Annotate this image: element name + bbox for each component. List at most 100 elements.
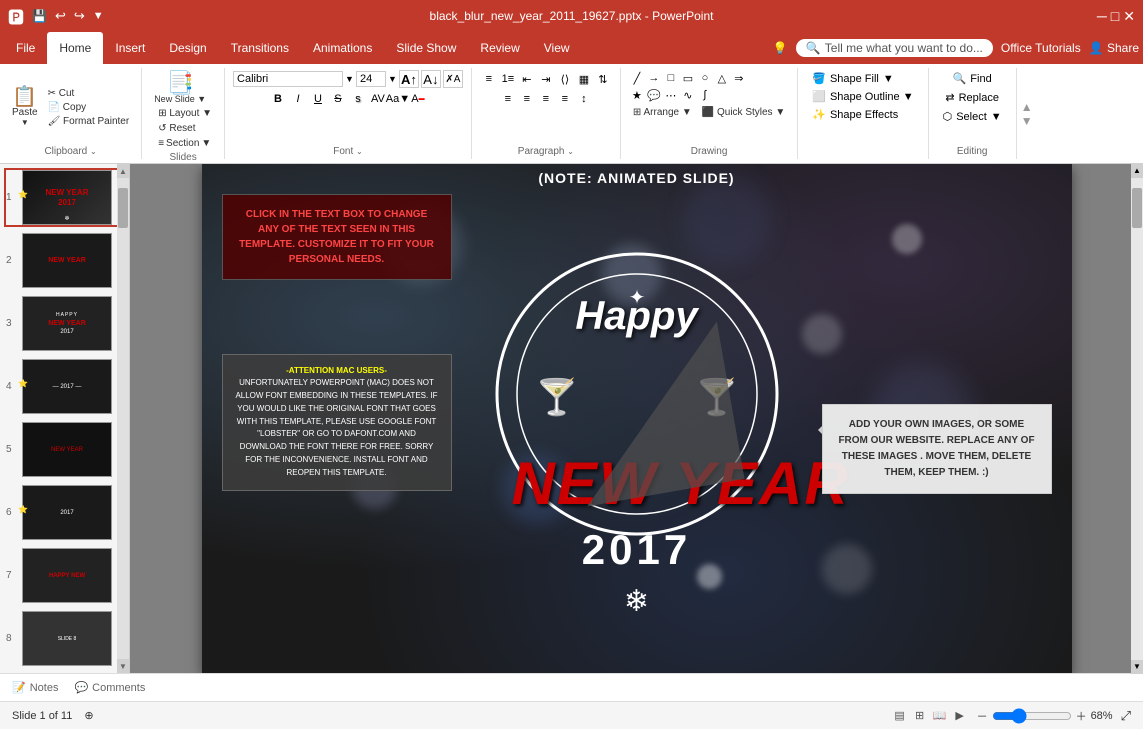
menu-insert[interactable]: Insert [103,32,157,64]
align-center-btn[interactable]: ≡ [518,90,536,108]
close-btn[interactable]: ✕ [1123,8,1135,25]
numbering-btn[interactable]: 1≡ [499,70,517,88]
notes-button[interactable]: 📝 Notes [12,681,58,694]
menu-file[interactable]: File [4,32,47,64]
strikethrough-button[interactable]: S [329,90,347,108]
comments-button[interactable]: 💬 Comments [74,681,145,694]
menu-slideshow[interactable]: Slide Show [384,32,468,64]
star-shape[interactable]: ★ [629,87,645,103]
menu-home[interactable]: Home [47,32,103,64]
smartart-btn[interactable]: ⟨⟩ [556,70,574,88]
curve-shape[interactable]: ∿ [680,87,696,103]
menu-animations[interactable]: Animations [301,32,384,64]
scroll-up-btn[interactable]: ▲ [1131,164,1143,178]
justify-btn[interactable]: ≡ [556,90,574,108]
paste-button[interactable]: 📋 Paste ▼ [8,85,42,129]
shadow-button[interactable]: s [349,90,367,108]
oval-shape[interactable]: ○ [697,70,713,86]
menu-view[interactable]: View [532,32,582,64]
slide-thumb-5[interactable]: 5 NEW YEAR [4,420,125,479]
normal-view-btn[interactable]: ▤ [891,707,909,725]
slide-thumb-9[interactable]: 9 SLIDE 9 [4,672,125,673]
slide-thumb-6[interactable]: 6 2017 ⭐ [4,483,125,542]
slide-thumb-1[interactable]: 1 NEW YEAR2017 ❄ ⭐ [4,168,125,227]
zoom-slider[interactable] [992,708,1072,724]
section-button[interactable]: ≡ Section ▼ [154,137,216,150]
clear-format-btn[interactable]: ✗A [443,70,463,88]
slide-sorter-btn[interactable]: ⊞ [911,707,929,725]
shape-fill-button[interactable]: 🪣 Shape Fill ▼ [806,70,900,87]
slide-thumb-7[interactable]: 7 HAPPY NEW [4,546,125,605]
bullets-btn[interactable]: ≡ [480,70,498,88]
more-shapes[interactable]: ⋯ [663,87,679,103]
format-painter-button[interactable]: 🖌 Format Painter [44,115,134,128]
ribbon-scroll-btn[interactable]: ▲▼ [1017,68,1037,159]
scroll-down-btn[interactable]: ▼ [1131,660,1143,674]
save-btn[interactable]: 💾 [32,9,47,23]
reading-view-btn[interactable]: 📖 [931,707,949,725]
columns-btn[interactable]: ▦ [575,70,593,88]
panel-scroll-thumb[interactable] [118,188,128,228]
align-right-btn[interactable]: ≡ [537,90,555,108]
font-size-arrow[interactable]: ▼ [388,74,397,84]
align-left-btn[interactable]: ≡ [499,90,517,108]
font-color-btn[interactable]: A▬ [409,90,427,108]
minimize-btn[interactable]: ─ [1097,8,1107,25]
redo-btn[interactable]: ↪ [74,8,85,24]
menu-review[interactable]: Review [468,32,531,64]
menu-transitions[interactable]: Transitions [219,32,301,64]
zoom-out-btn[interactable]: － [977,708,988,724]
slide-thumb-8[interactable]: 8 SLIDE 8 [4,609,125,668]
red-callout-box[interactable]: CLICK IN THE TEXT BOX TO CHANGE ANY OF T… [222,194,452,280]
fit-window-btn[interactable]: ⤢ [1121,708,1131,724]
panel-scroll-up[interactable]: ▲ [117,164,129,178]
tell-me-input[interactable]: 🔍 Tell me what you want to do... [796,39,993,57]
zoom-in-btn[interactable]: ＋ [1076,708,1087,724]
line-shape[interactable]: ╱ [629,70,645,86]
share-btn[interactable]: 👤 Share [1089,41,1139,55]
copy-button[interactable]: 📄 Copy [44,101,134,114]
accessibility-btn[interactable]: ⊕ [84,709,93,722]
mac-callout-box[interactable]: -ATTENTION MAC USERS- UNFORTUNATELY POWE… [222,354,452,491]
text-direction-btn[interactable]: ⇅ [594,70,612,88]
slide-canvas[interactable]: (NOTE: ANIMATED SLIDE) CLICK IN THE TEXT… [202,164,1072,673]
decrease-font-btn[interactable]: A↓ [421,70,441,88]
freeform-shape[interactable]: ∫ [697,87,713,103]
slide-thumb-4[interactable]: 4 — 2017 — ⭐ [4,357,125,416]
callout-shape[interactable]: 💬 [646,87,662,103]
increase-indent-btn[interactable]: ⇥ [537,70,555,88]
new-slide-button[interactable]: 📑 New Slide ▼ [150,70,210,106]
rect-shape[interactable]: □ [663,70,679,86]
arrow-shape[interactable]: → [646,70,662,86]
customize-btn[interactable]: ▼ [93,10,104,22]
underline-button[interactable]: U [309,90,327,108]
rounded-rect-shape[interactable]: ▭ [680,70,696,86]
shape-effects-button[interactable]: ✨ Shape Effects [806,106,904,123]
change-case-btn[interactable]: Aa▼ [389,90,407,108]
cut-button[interactable]: ✂ Cut [44,87,134,100]
restore-btn[interactable]: □ [1111,8,1119,25]
find-button[interactable]: 🔍 Find [947,70,998,87]
line-spacing-btn[interactable]: ↕ [575,90,593,108]
increase-font-btn[interactable]: A↑ [399,70,419,88]
menu-design[interactable]: Design [157,32,218,64]
undo-btn[interactable]: ↩ [55,8,66,24]
bold-button[interactable]: B [269,90,287,108]
replace-button[interactable]: ⇄ Replace [939,89,1005,106]
arrange-btn[interactable]: ⊞ Arrange ▼ [629,106,696,119]
font-size-input[interactable] [356,71,386,87]
triangle-shape[interactable]: △ [714,70,730,86]
slide-thumb-3[interactable]: 3 HAPPY NEW YEAR 2017 [4,294,125,353]
decrease-indent-btn[interactable]: ⇤ [518,70,536,88]
panel-scroll-down[interactable]: ▼ [117,659,129,673]
reset-button[interactable]: ↺ Reset [154,122,216,135]
office-tutorials[interactable]: Office Tutorials [1001,41,1081,55]
quick-styles-btn[interactable]: ⬛ Quick Styles ▼ [698,106,789,119]
shape-outline-button[interactable]: ⬜ Shape Outline ▼ [806,88,919,105]
char-spacing-btn[interactable]: AV [369,90,387,108]
slideshow-btn[interactable]: ▶ [951,707,969,725]
layout-button[interactable]: ⊞ Layout ▼ [154,107,216,120]
font-name-arrow[interactable]: ▼ [345,74,354,84]
italic-button[interactable]: I [289,90,307,108]
scroll-thumb[interactable] [1132,188,1142,228]
